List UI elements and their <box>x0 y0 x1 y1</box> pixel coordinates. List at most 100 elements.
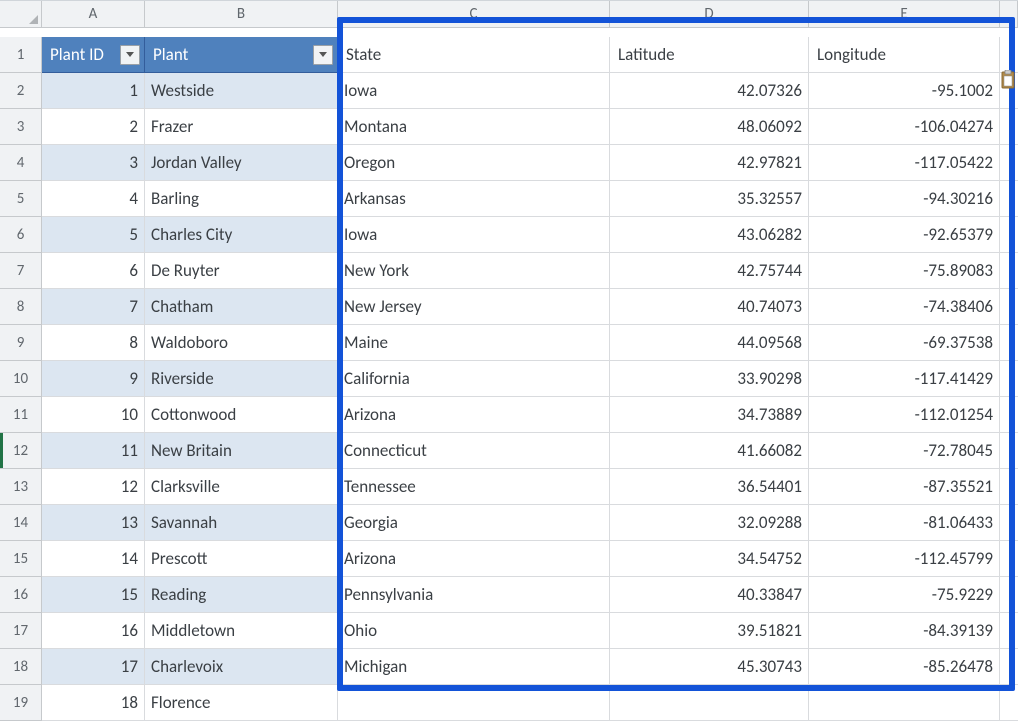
cell-longitude[interactable]: -95.1002 <box>809 73 1000 109</box>
cell-latitude[interactable]: 40.74073 <box>610 289 809 325</box>
cell-latitude[interactable] <box>610 685 809 721</box>
cell-plant-id[interactable]: 1 <box>42 73 145 109</box>
cell-plant[interactable]: Waldoboro <box>145 325 338 361</box>
row-label[interactable]: 9 <box>0 325 42 361</box>
cell-latitude[interactable]: 33.90298 <box>610 361 809 397</box>
row-label[interactable]: 13 <box>0 469 42 505</box>
cell-plant-id[interactable]: 8 <box>42 325 145 361</box>
row-label[interactable]: 11 <box>0 397 42 433</box>
cell-latitude[interactable]: 32.09288 <box>610 505 809 541</box>
cell-plant-id[interactable]: 2 <box>42 109 145 145</box>
cell-plant[interactable]: De Ruyter <box>145 253 338 289</box>
header-plant-id[interactable]: Plant ID <box>42 37 145 73</box>
cell-latitude[interactable]: 42.07326 <box>610 73 809 109</box>
cell-state[interactable]: Arkansas <box>338 181 610 217</box>
row-label[interactable]: 5 <box>0 181 42 217</box>
col-label-C[interactable]: C <box>338 1 610 28</box>
cell-latitude[interactable]: 42.97821 <box>610 145 809 181</box>
cell-longitude[interactable]: -112.01254 <box>809 397 1000 433</box>
cell-longitude[interactable]: -117.05422 <box>809 145 1000 181</box>
cell-plant-id[interactable]: 10 <box>42 397 145 433</box>
row-label[interactable]: 1 <box>0 37 42 73</box>
cell-latitude[interactable]: 36.54401 <box>610 469 809 505</box>
cell-state[interactable]: Iowa <box>338 73 610 109</box>
cell-plant[interactable]: Jordan Valley <box>145 145 338 181</box>
cell-plant-id[interactable]: 15 <box>42 577 145 613</box>
col-label-D[interactable]: D <box>610 1 809 28</box>
cell-plant[interactable]: Middletown <box>145 613 338 649</box>
cell-latitude[interactable]: 41.66082 <box>610 433 809 469</box>
cell-longitude[interactable]: -94.30216 <box>809 181 1000 217</box>
cell-state[interactable]: California <box>338 361 610 397</box>
cell-plant-id[interactable]: 14 <box>42 541 145 577</box>
cell-longitude[interactable]: -106.04274 <box>809 109 1000 145</box>
filter-dropdown-icon[interactable] <box>120 45 140 65</box>
header-state[interactable]: State <box>338 37 610 73</box>
col-label-E[interactable]: E <box>809 1 1000 28</box>
cell-latitude[interactable]: 40.33847 <box>610 577 809 613</box>
cell-plant[interactable]: Westside <box>145 73 338 109</box>
cell-latitude[interactable]: 45.30743 <box>610 649 809 685</box>
cell-longitude[interactable]: -75.9229 <box>809 577 1000 613</box>
cell-longitude[interactable]: -92.65379 <box>809 217 1000 253</box>
cell-state[interactable]: Oregon <box>338 145 610 181</box>
cell-longitude[interactable]: -72.78045 <box>809 433 1000 469</box>
cell-latitude[interactable]: 42.75744 <box>610 253 809 289</box>
cell-longitude[interactable] <box>809 685 1000 721</box>
cell-plant-id[interactable]: 16 <box>42 613 145 649</box>
select-all-corner[interactable] <box>0 1 42 28</box>
cell-plant[interactable]: Prescott <box>145 541 338 577</box>
cell-state[interactable]: Arizona <box>338 397 610 433</box>
cell-state[interactable]: Maine <box>338 325 610 361</box>
cell-plant[interactable]: Chatham <box>145 289 338 325</box>
cell-state[interactable]: Arizona <box>338 541 610 577</box>
cell-plant-id[interactable]: 13 <box>42 505 145 541</box>
cell-latitude[interactable]: 34.54752 <box>610 541 809 577</box>
cell-plant[interactable]: Cottonwood <box>145 397 338 433</box>
cell-latitude[interactable]: 48.06092 <box>610 109 809 145</box>
cell-longitude[interactable]: -81.06433 <box>809 505 1000 541</box>
cell-state[interactable]: New Jersey <box>338 289 610 325</box>
row-label[interactable]: 15 <box>0 541 42 577</box>
row-label[interactable]: 18 <box>0 649 42 685</box>
header-plant[interactable]: Plant <box>145 37 338 73</box>
cell-plant[interactable]: Riverside <box>145 361 338 397</box>
cell-plant-id[interactable]: 17 <box>42 649 145 685</box>
cell-plant[interactable]: Savannah <box>145 505 338 541</box>
row-label[interactable]: 4 <box>0 145 42 181</box>
cell-plant-id[interactable]: 3 <box>42 145 145 181</box>
row-label[interactable]: 6 <box>0 217 42 253</box>
row-label[interactable]: 19 <box>0 685 42 721</box>
cell-longitude[interactable]: -87.35521 <box>809 469 1000 505</box>
cell-longitude[interactable]: -117.41429 <box>809 361 1000 397</box>
cell-plant[interactable]: Reading <box>145 577 338 613</box>
cell-plant[interactable]: New Britain <box>145 433 338 469</box>
row-label[interactable]: 16 <box>0 577 42 613</box>
row-label[interactable]: 10 <box>0 361 42 397</box>
cell-longitude[interactable]: -74.38406 <box>809 289 1000 325</box>
cell-plant-id[interactable]: 4 <box>42 181 145 217</box>
row-label[interactable]: 12 <box>0 433 42 469</box>
cell-latitude[interactable]: 39.51821 <box>610 613 809 649</box>
header-longitude[interactable]: Longitude <box>809 37 1000 73</box>
filter-dropdown-icon[interactable] <box>313 45 333 65</box>
cell-longitude[interactable]: -69.37538 <box>809 325 1000 361</box>
col-label-B[interactable]: B <box>145 1 338 28</box>
row-label[interactable]: 17 <box>0 613 42 649</box>
cell-state[interactable]: Pennsylvania <box>338 577 610 613</box>
row-label[interactable]: 3 <box>0 109 42 145</box>
cell-state[interactable] <box>338 685 610 721</box>
cell-state[interactable]: Connecticut <box>338 433 610 469</box>
cell-state[interactable]: Ohio <box>338 613 610 649</box>
cell-plant-id[interactable]: 18 <box>42 685 145 721</box>
cell-state[interactable]: Iowa <box>338 217 610 253</box>
cell-longitude[interactable]: -75.89083 <box>809 253 1000 289</box>
cell-longitude[interactable]: -85.26478 <box>809 649 1000 685</box>
cell-plant-id[interactable]: 9 <box>42 361 145 397</box>
cell-plant-id[interactable]: 5 <box>42 217 145 253</box>
cell-plant-id[interactable]: 12 <box>42 469 145 505</box>
cell-state[interactable]: New York <box>338 253 610 289</box>
cell-state[interactable]: Michigan <box>338 649 610 685</box>
header-latitude[interactable]: Latitude <box>610 37 809 73</box>
row-label[interactable]: 8 <box>0 289 42 325</box>
